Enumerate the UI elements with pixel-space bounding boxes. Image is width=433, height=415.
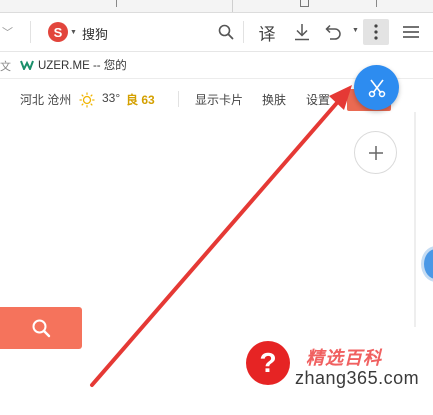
window-top-strip bbox=[0, 0, 433, 13]
bookmark-label: UZER.ME -- 您的 bbox=[38, 60, 127, 72]
bookmark-fragment[interactable]: ⽂ bbox=[0, 58, 11, 74]
w-logo-icon bbox=[20, 60, 34, 70]
caret-down-icon: ▼ bbox=[70, 28, 77, 36]
search-engine-selector[interactable]: S ▼ bbox=[48, 22, 77, 42]
scissors-icon bbox=[368, 79, 385, 97]
download-icon[interactable] bbox=[289, 19, 315, 45]
change-skin-link[interactable]: 换肤 bbox=[262, 91, 286, 108]
strip-tick bbox=[376, 0, 377, 7]
search-button[interactable] bbox=[0, 307, 82, 349]
sogou-logo-icon: S bbox=[48, 22, 68, 42]
undo-icon[interactable] bbox=[320, 19, 346, 45]
watermark-url: zhang365.com bbox=[295, 368, 420, 388]
more-vertical-icon bbox=[374, 24, 378, 40]
search-icon[interactable] bbox=[213, 19, 239, 45]
temperature-text: 33° bbox=[102, 91, 121, 105]
side-float-bubble[interactable] bbox=[421, 246, 433, 282]
sun-icon bbox=[79, 92, 95, 113]
translate-button[interactable]: 译 bbox=[254, 19, 280, 45]
search-icon bbox=[32, 319, 51, 338]
maximize-icon[interactable] bbox=[300, 0, 309, 7]
settings-link[interactable]: 设置 bbox=[306, 91, 330, 108]
translate-label: 译 bbox=[258, 24, 276, 44]
strip-tick bbox=[116, 0, 117, 7]
watermark-brand: 精选百科 bbox=[306, 348, 382, 368]
screenshot-button[interactable] bbox=[354, 65, 399, 110]
plus-icon bbox=[368, 145, 383, 160]
info-separator bbox=[178, 91, 179, 107]
show-card-link[interactable]: 显示卡片 bbox=[195, 91, 243, 108]
chevron-down-icon[interactable]: ﹀ bbox=[2, 24, 13, 40]
menu-icon[interactable] bbox=[398, 19, 424, 45]
search-engine-input[interactable]: 搜狗 bbox=[82, 24, 108, 43]
more-options-button[interactable] bbox=[363, 19, 389, 45]
add-button[interactable] bbox=[354, 131, 397, 174]
weather-location[interactable]: 河北 沧州 bbox=[20, 91, 71, 108]
bookmark-uzer-me[interactable]: UZER.ME -- 您的 bbox=[20, 57, 127, 73]
browser-toolbar: ﹀ S ▼ 搜狗 译 ▼ bbox=[0, 13, 433, 52]
toolbar-divider bbox=[30, 21, 31, 43]
toolbar-divider bbox=[243, 21, 244, 43]
scroll-rail[interactable] bbox=[414, 112, 416, 327]
air-quality-badge: 良 63 bbox=[126, 93, 155, 107]
strip-separator bbox=[232, 0, 233, 12]
caret-down-icon[interactable]: ▼ bbox=[352, 27, 359, 34]
watermark-badge: ? bbox=[246, 341, 290, 385]
